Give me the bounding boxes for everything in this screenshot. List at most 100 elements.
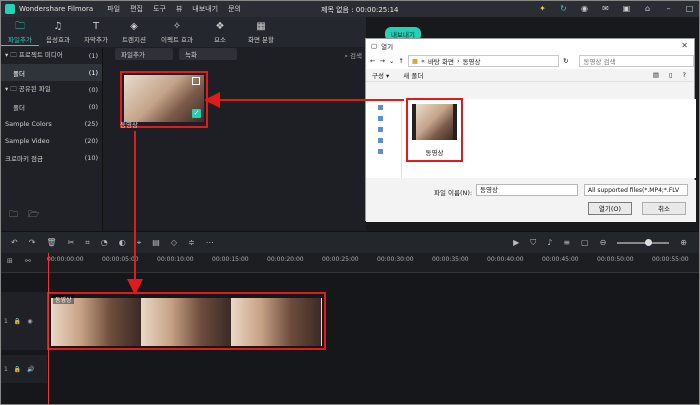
maximize-icon[interactable]: □ — [684, 3, 695, 14]
delete-icon[interactable]: 🗑 — [46, 238, 56, 247]
save-icon[interactable]: ▣ — [621, 3, 632, 14]
menu-help[interactable]: 문의 — [228, 4, 241, 14]
nav-item-icon[interactable] — [378, 105, 383, 110]
organize-button[interactable]: 구성 ▾ — [372, 70, 389, 80]
up-icon[interactable]: ↑ — [398, 57, 403, 65]
zoom-out-icon[interactable]: ⊖ — [600, 238, 607, 247]
back-icon[interactable]: ← — [370, 57, 375, 65]
snapshot-icon[interactable]: ▢ — [581, 238, 589, 247]
ai-portrait-icon[interactable]: ⋯ — [206, 238, 214, 247]
forward-icon[interactable]: → — [379, 57, 384, 65]
video-track-number: 1 — [4, 317, 8, 325]
path-separator: › — [456, 57, 460, 65]
redo-icon[interactable]: ↷ — [29, 238, 36, 247]
marker-icon[interactable]: ⌖ — [137, 238, 142, 248]
media-search[interactable]: ⌕ 검색 — [344, 50, 362, 61]
nav-item-icon[interactable] — [378, 138, 383, 143]
video-file-icon — [412, 104, 457, 140]
import-dropdown[interactable]: 파일추가 — [115, 48, 173, 60]
timeline-ruler[interactable]: ⊞ ⚯ 00:00:00:00 00:00:05:00 00:00:10:00 … — [1, 253, 699, 273]
dialog-search-input[interactable]: 동영상 검색 — [578, 55, 694, 67]
open-file-dialog: ▢ 열기 ✕ ← → ⌄ ↑ ■ « 바탕 화면 › 동영상 ↻ 동영상 검색 … — [365, 38, 696, 222]
tool-titles[interactable]: T 자막추가 — [77, 17, 115, 47]
filetype-select[interactable]: All supported files(*.MP4;*.FLV — [584, 184, 688, 196]
nav-item-icon[interactable] — [378, 116, 383, 121]
nav-item-icon[interactable] — [378, 149, 383, 154]
render-icon[interactable]: ▶ — [513, 238, 519, 247]
green-screen-icon[interactable]: ▤ — [152, 238, 160, 247]
tool-effects[interactable]: ✧ 이펙트 효과 — [153, 17, 201, 47]
menu-tools[interactable]: 도구 — [153, 4, 166, 14]
dialog-footer: 파일 이름(N): 동영상 All supported files(*.MP4;… — [366, 180, 696, 222]
filename-label: 파일 이름(N): — [434, 189, 473, 197]
sidebar-item-sample-colors[interactable]: Sample Colors (25) — [1, 115, 102, 132]
adjust-icon[interactable]: ≑ — [188, 238, 195, 247]
recent-icon[interactable]: ⌄ — [389, 57, 394, 65]
sidebar-item-shared-folder[interactable]: 폴더 (0) — [1, 98, 102, 115]
keyframe-icon[interactable]: ◇ — [171, 238, 177, 247]
menu-view[interactable]: 뷰 — [176, 4, 182, 14]
add-track-icon[interactable]: ⊞ — [7, 257, 13, 265]
color-icon[interactable]: ◐ — [119, 238, 126, 247]
speaker-icon[interactable]: 🔊 — [27, 366, 34, 373]
close-icon[interactable]: ✕ — [681, 41, 688, 50]
sidebar-item-folder[interactable]: 폴더 (1) — [1, 64, 102, 81]
sidebar-item-shared-files[interactable]: ▾ 🗀 공유된 파일 (0) — [1, 81, 102, 98]
tool-split-screen[interactable]: ▦ 화면 분할 — [239, 17, 283, 47]
menu-export[interactable]: 내보내기 — [192, 4, 218, 14]
view-options-icon[interactable]: ▤ — [653, 71, 659, 79]
dialog-file-item[interactable]: 동영상 — [406, 98, 463, 162]
document-title: 제목 없음 : 00:00:25:14 — [321, 6, 399, 14]
open-button[interactable]: 열기(O) — [588, 202, 632, 215]
cut-icon[interactable]: ✂ — [68, 238, 75, 247]
mail-icon[interactable]: ✉ — [600, 3, 611, 14]
mic-icon[interactable]: ♪ — [547, 238, 552, 247]
zoom-in-icon[interactable]: ⊕ — [680, 238, 687, 247]
clip-label: 동영상 — [53, 295, 74, 304]
media-library-sidebar: ▾ 🗀 프로젝트 미디어 (1) 폴더 (1) ▾ 🗀 공유된 파일 (0) 폴더 (0… — [1, 47, 103, 231]
help-icon[interactable]: ? — [683, 71, 686, 79]
link-icon[interactable]: ⚯ — [25, 257, 31, 265]
path-overflow: « — [420, 57, 425, 65]
menu-edit[interactable]: 편집 — [130, 4, 143, 14]
folder-icon[interactable]: 🗁 — [28, 207, 39, 223]
lock-icon[interactable]: 🔒 — [14, 318, 21, 325]
sidebar-item-project-media[interactable]: ▾ 🗀 프로젝트 미디어 (1) — [1, 47, 102, 64]
cart-icon[interactable]: ⌂ — [642, 3, 653, 14]
sync-icon[interactable]: ↻ — [558, 3, 569, 14]
new-folder-button[interactable]: 새 폴더 — [403, 70, 423, 80]
app-title: Wondershare Filmora — [19, 5, 94, 13]
sidebar-item-sample-video[interactable]: Sample Video (20) — [1, 132, 102, 149]
undo-icon[interactable]: ↶ — [11, 238, 18, 247]
minimize-icon[interactable]: – — [663, 3, 674, 14]
filename-input[interactable]: 동영상 — [476, 184, 578, 196]
refresh-icon[interactable]: ↻ — [563, 57, 568, 65]
text-icon: T — [92, 21, 100, 32]
eye-icon[interactable]: ◉ — [27, 318, 32, 325]
account-icon[interactable]: ◉ — [579, 3, 590, 14]
tool-audio[interactable]: ♫ 음성효과 — [39, 17, 77, 47]
cancel-button[interactable]: 취소 — [642, 202, 686, 215]
tool-transitions[interactable]: ◈ 트랜지션 — [115, 17, 153, 47]
nav-item-icon[interactable] — [378, 127, 383, 132]
preview-pane-icon[interactable]: ▯ — [669, 71, 673, 79]
mixer-icon[interactable]: ≡ — [563, 238, 570, 247]
tool-elements[interactable]: ❖ 요소 — [201, 17, 239, 47]
playhead[interactable] — [48, 253, 49, 404]
sidebar-item-chroma-key[interactable]: 크로마키 점금 (10) — [1, 149, 102, 166]
path-video[interactable]: 동영상 — [463, 56, 481, 66]
path-desktop[interactable]: 바탕 화면 — [428, 56, 454, 66]
address-bar[interactable]: ■ « 바탕 화면 › 동영상 — [407, 55, 560, 67]
record-dropdown[interactable]: 녹화 — [179, 48, 237, 60]
menu-file[interactable]: 파일 — [107, 4, 120, 14]
lock-icon[interactable]: 🔒 — [14, 366, 21, 373]
zoom-slider[interactable] — [617, 238, 670, 246]
speed-icon[interactable]: ◔ — [101, 238, 108, 247]
new-folder-icon[interactable]: 🗀 — [9, 207, 18, 223]
filmora-logo-icon — [5, 4, 15, 14]
shield-icon[interactable]: ⛉ — [530, 238, 536, 248]
lightbulb-icon[interactable]: ✦ — [537, 3, 548, 14]
timeline-video-clip[interactable]: 동영상 — [47, 292, 326, 350]
crop-icon[interactable]: ⌗ — [85, 238, 90, 248]
tool-media[interactable]: 🗀 파일추가 — [1, 17, 39, 47]
